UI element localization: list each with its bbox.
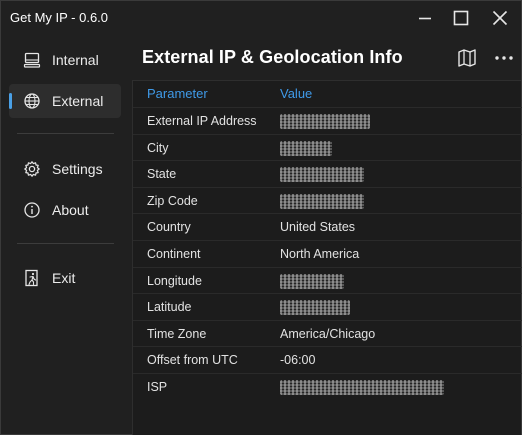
cell-parameter: Time Zone [147,326,207,341]
sidebar-item-about[interactable]: About [9,193,121,227]
info-icon [24,202,40,218]
app-title: Get My IP - 0.6.0 [10,10,109,25]
cell-parameter: City [147,140,169,155]
minimize-button[interactable] [405,1,445,35]
table-row[interactable]: Time Zone America/Chicago [133,319,522,347]
title-bar: Get My IP - 0.6.0 [1,1,521,35]
redacted-value [280,273,344,289]
cell-value: America/Chicago [280,326,376,341]
more-options-button[interactable] [492,47,516,69]
close-icon [492,10,508,26]
app-window: Get My IP - 0.6.0 Internal External Sett… [0,0,522,435]
table-row[interactable]: External IP Address [133,107,522,134]
cell-value: -06:00 [280,353,316,368]
main-content: External IP & Geolocation Info Parameter… [132,35,522,435]
redacted-value [280,167,364,183]
cell-parameter: Country [147,220,191,235]
redacted-value [280,380,444,395]
sidebar-item-settings[interactable]: Settings [9,152,121,186]
active-indicator [9,93,12,109]
gear-icon [24,161,40,177]
minimize-icon [419,17,431,20]
cell-parameter: External IP Address [147,114,257,128]
redacted-value [280,193,364,209]
cell-parameter: Zip Code [147,193,198,208]
sidebar-item-label: External [52,93,104,109]
table-row[interactable]: State [133,160,522,187]
page-title: External IP & Geolocation Info [142,47,403,67]
sidebar-item-external[interactable]: External [9,84,121,118]
sidebar-item-label: Settings [52,161,103,177]
table-row[interactable]: Longitude [133,266,522,294]
cell-value: North America [280,247,360,261]
cell-parameter: ISP [147,380,168,394]
table-row[interactable]: Country United States [133,213,522,240]
computer-icon [23,52,41,68]
table-row[interactable]: ISP [133,373,522,400]
table-row[interactable]: Continent North America [133,240,522,267]
close-button[interactable] [480,1,520,35]
redacted-value [280,114,370,129]
cell-parameter: Continent [147,247,201,261]
cell-parameter: Longitude [147,273,202,288]
cell-parameter: State [147,167,177,182]
map-button[interactable] [456,47,478,69]
table-row[interactable]: Zip Code [133,186,522,214]
sidebar: Internal External Settings About Exit [1,35,131,435]
table-row[interactable]: Offset from UTC -06:00 [133,346,522,373]
sidebar-item-label: About [52,202,89,218]
column-header-value[interactable]: Value [280,86,312,101]
cell-parameter: Offset from UTC [147,353,238,368]
sidebar-item-internal[interactable]: Internal [9,43,121,77]
cell-parameter: Latitude [147,300,192,315]
redacted-value [280,300,350,316]
redacted-value [280,140,332,156]
divider [17,243,114,244]
exit-icon [25,269,38,287]
maximize-button[interactable] [441,1,481,35]
globe-icon [24,93,40,109]
divider [17,133,114,134]
cell-value: United States [280,220,356,235]
table-header: Parameter Value [133,81,522,107]
sidebar-item-label: Exit [52,270,76,286]
sidebar-item-label: Internal [52,52,99,68]
info-table: Parameter Value External IP Address City… [132,80,522,435]
maximize-icon [453,10,469,26]
more-icon [495,56,513,60]
sidebar-item-exit[interactable]: Exit [9,261,121,295]
column-header-parameter[interactable]: Parameter [147,86,208,101]
map-icon [458,49,476,67]
table-row[interactable]: City [133,133,522,161]
table-row[interactable]: Latitude [133,293,522,320]
